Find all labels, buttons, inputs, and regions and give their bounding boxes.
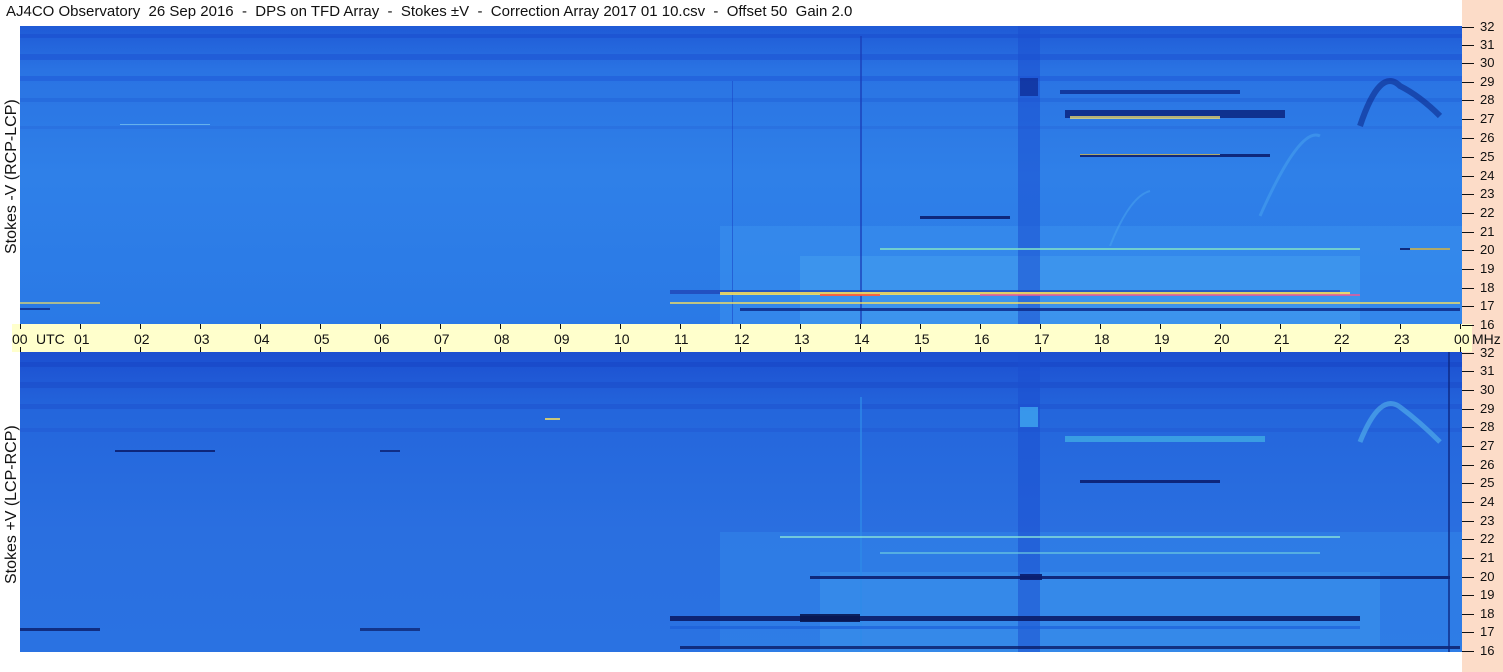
freq-label: 26 — [1480, 457, 1495, 472]
time-label: 05 — [314, 331, 330, 347]
time-label: 02 — [134, 331, 150, 347]
time-label: 14 — [854, 331, 870, 347]
time-label: 18 — [1094, 331, 1110, 347]
time-label: 21 — [1274, 331, 1290, 347]
top-panel-label: Stokes -V (RCP-LCP) — [3, 99, 20, 254]
freq-label: 28 — [1480, 92, 1495, 107]
freq-label: 20 — [1480, 569, 1495, 584]
time-label: 09 — [554, 331, 570, 347]
freq-label: 31 — [1480, 363, 1495, 378]
freq-label: 16 — [1480, 317, 1495, 332]
time-label: 06 — [374, 331, 390, 347]
time-label: 22 — [1334, 331, 1350, 347]
freq-label: 16 — [1480, 643, 1495, 658]
freq-label: 21 — [1480, 550, 1495, 565]
freq-label: 30 — [1480, 382, 1495, 397]
time-label: 15 — [914, 331, 930, 347]
spectrogram-top — [20, 26, 1462, 324]
time-label: 08 — [494, 331, 510, 347]
time-label: UTC — [36, 331, 65, 347]
freq-label: 20 — [1480, 242, 1495, 257]
bottom-panel-label: Stokes +V (LCP-RCP) — [3, 425, 20, 584]
time-label: 13 — [794, 331, 810, 347]
freq-label: 29 — [1480, 401, 1495, 416]
freq-label: 24 — [1480, 168, 1495, 183]
time-label: 04 — [254, 331, 270, 347]
time-axis: 00 UTC 01 02 03 04 05 06 07 08 09 10 11 … — [12, 324, 1501, 352]
time-label: 01 — [74, 331, 90, 347]
freq-label: 18 — [1480, 606, 1495, 621]
time-label: 17 — [1034, 331, 1050, 347]
page-title: AJ4CO Observatory 26 Sep 2016 - DPS on T… — [6, 3, 853, 20]
freq-label: 25 — [1480, 149, 1495, 164]
freq-label: 22 — [1480, 531, 1495, 546]
freq-label: 30 — [1480, 55, 1495, 70]
time-label: 12 — [734, 331, 750, 347]
freq-label: 32 — [1480, 19, 1495, 34]
time-label: 11 — [674, 331, 689, 347]
freq-label: 27 — [1480, 438, 1495, 453]
freq-label: 32 — [1480, 345, 1495, 360]
time-label: 16 — [974, 331, 990, 347]
freq-label: 17 — [1480, 624, 1495, 639]
freq-label: 27 — [1480, 111, 1495, 126]
freq-label: 19 — [1480, 587, 1495, 602]
freq-label: 21 — [1480, 224, 1495, 239]
freq-label: 18 — [1480, 280, 1495, 295]
freq-label: 23 — [1480, 513, 1495, 528]
freq-label: 24 — [1480, 494, 1495, 509]
freq-label: 26 — [1480, 130, 1495, 145]
spectrogram-bottom — [20, 352, 1462, 652]
freq-label: 19 — [1480, 261, 1495, 276]
time-label: 19 — [1154, 331, 1170, 347]
time-label: 00 — [12, 331, 28, 347]
freq-label: 31 — [1480, 37, 1495, 52]
time-label: 07 — [434, 331, 450, 347]
time-label: 20 — [1214, 331, 1230, 347]
time-label: 03 — [194, 331, 210, 347]
freq-label: 28 — [1480, 419, 1495, 434]
time-label: 00 — [1454, 331, 1470, 347]
freq-label: 29 — [1480, 74, 1495, 89]
freq-label: 22 — [1480, 205, 1495, 220]
time-label: 10 — [614, 331, 630, 347]
freq-label: 17 — [1480, 298, 1495, 313]
freq-label: 25 — [1480, 475, 1495, 490]
time-label: 23 — [1394, 331, 1410, 347]
freq-label: 23 — [1480, 186, 1495, 201]
